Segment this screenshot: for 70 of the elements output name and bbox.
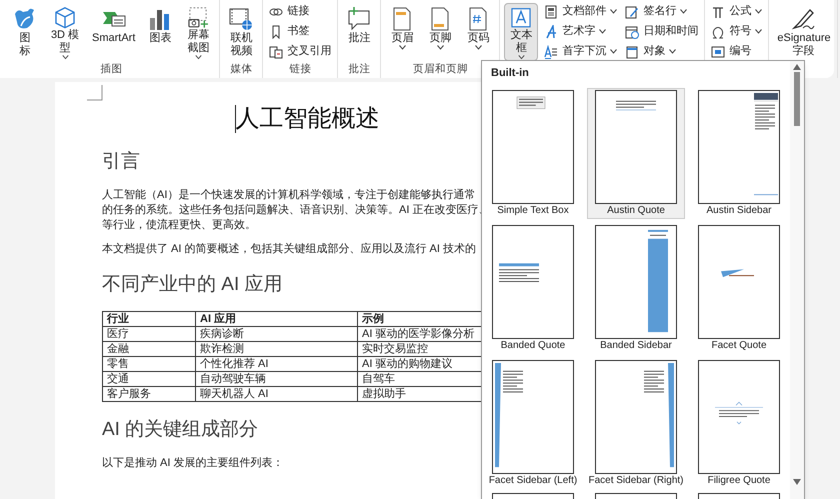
ribbon-menu-button[interactable]: 艺术字 [542, 23, 620, 40]
ribbon-menu-button[interactable]: 日期和时间 [623, 23, 700, 40]
group-label: 批注 [347, 62, 372, 77]
ribbon-button[interactable]: 页眉 [385, 3, 420, 61]
object-icon [625, 44, 640, 58]
wordart-icon [544, 24, 558, 38]
ribbon-button[interactable]: eSignature 字段 [773, 3, 834, 61]
ribbon-button[interactable]: 页脚 [423, 3, 458, 61]
ribbon-menu-button[interactable]: 签名行 [623, 3, 700, 20]
table-header-cell: AI 应用 [196, 312, 358, 326]
table-cell: 疾病诊断 [196, 326, 358, 342]
table-cell: 零售 [102, 356, 196, 372]
gallery-heading: Built-in [490, 66, 529, 81]
ribbon-menu-button[interactable]: 交叉引用 [267, 43, 334, 60]
calendar-icon [625, 24, 640, 38]
ribbon-menu-button[interactable]: 对象 [623, 43, 700, 60]
ribbon-button[interactable]: 3D 模型 [46, 3, 84, 61]
paragraph-line: 本文档提供了 AI 的简要概述，包括其关键组成部分、应用以及流行 AI 技术的 [102, 242, 476, 257]
paragraph-line: 等行业，使流程更快、更高效。 [102, 218, 256, 233]
ribbon-button[interactable]: 联机视频 [224, 3, 258, 61]
gallery-item[interactable]: Filigree Quote [690, 358, 788, 488]
ribbon-menu-button[interactable]: 首字下沉 [542, 43, 620, 60]
paragraph-line: 人工智能（AI）是一个快速发展的计算机科学领域，专注于创建能够执行通常 [102, 188, 476, 203]
ribbon-menu-button[interactable]: 文档部件 [542, 3, 620, 20]
video-globe-icon [228, 6, 254, 32]
ribbon-menu-button[interactable]: 编号 [709, 43, 764, 60]
ribbon-menu-button[interactable]: 公式 [709, 3, 764, 20]
table-cell: 欺诈检测 [196, 342, 358, 356]
cross-reference-icon [269, 44, 284, 58]
ribbon-button[interactable]: 批注 [342, 3, 376, 61]
gallery-item[interactable]: Facet Quote [690, 222, 788, 354]
table-cell: 客户服务 [102, 386, 196, 402]
text-cursor [234, 105, 236, 133]
ribbon-button[interactable]: 页码 [461, 3, 496, 61]
table-cell: 金融 [102, 342, 196, 356]
ribbon-menu-button[interactable]: 符号 [709, 23, 764, 40]
table-cell: 交通 [102, 372, 196, 386]
document-parts-icon [544, 4, 558, 18]
section-heading: AI 的关键组成部分 [102, 418, 258, 442]
scroll-up-icon[interactable] [793, 64, 801, 70]
table-cell: 个性化推荐 AI [196, 356, 358, 372]
paragraph-line: 以下是推动 AI 发展的主要组件列表： [102, 456, 284, 471]
comment-icon [346, 6, 372, 32]
document-title: 人工智能概述 [236, 104, 380, 134]
gallery-item[interactable]: Austin Quote [587, 88, 685, 218]
ribbon-button[interactable]: 文本框 [504, 3, 538, 61]
gallery-item[interactable]: Austin Sidebar [690, 88, 788, 218]
ribbon-button[interactable]: SmartArt [88, 3, 140, 61]
pi-icon [711, 4, 726, 18]
section-heading: 引言 [102, 150, 140, 174]
number-box-icon [711, 44, 726, 58]
ribbon-menu-button[interactable]: 链接 [267, 3, 334, 20]
group-label: 媒体 [229, 62, 254, 77]
scroll-thumb[interactable] [794, 72, 800, 126]
table-cell: 医疗 [102, 326, 196, 342]
group-label: 链接 [288, 62, 312, 77]
table-header-cell: 行业 [102, 312, 196, 326]
margin-corner-mark [87, 85, 103, 101]
ribbon-button[interactable]: 图标 [8, 3, 42, 61]
ribbon-button[interactable]: 图表 [143, 3, 178, 61]
omega-icon [711, 24, 726, 38]
ribbon-menu-button[interactable]: 书签 [267, 23, 334, 40]
gallery-item[interactable]: Simple Text Box [484, 88, 582, 218]
ribbon-button[interactable]: 屏幕截图 [181, 3, 216, 61]
scroll-down-icon[interactable] [793, 479, 801, 485]
group-label: 插图 [100, 62, 124, 77]
table-cell: 聊天机器人 AI [196, 386, 358, 402]
section-heading: 不同产业中的 AI 应用 [102, 273, 283, 297]
drop-cap-icon [544, 44, 558, 58]
table-cell: 自动驾驶车辆 [196, 372, 358, 386]
